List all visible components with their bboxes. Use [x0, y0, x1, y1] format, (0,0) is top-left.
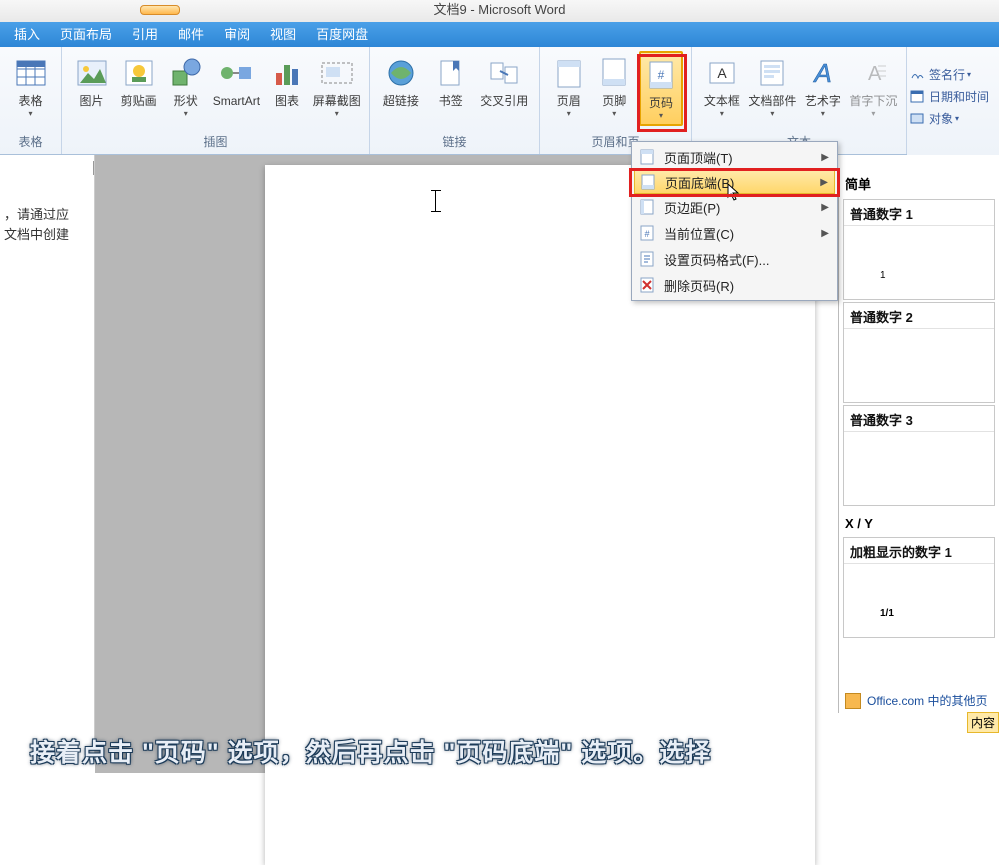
tab-baidu[interactable]: 百度网盘 [306, 22, 378, 47]
header-button[interactable]: 页眉 ▾ [546, 51, 592, 122]
submenu-arrow-icon: ▶ [820, 177, 828, 188]
current-pos-icon: # [638, 224, 656, 242]
bookmark-button[interactable]: 书签 [426, 51, 476, 112]
date-time-button[interactable]: 日期和时间 [907, 85, 999, 107]
svg-text:#: # [644, 229, 649, 239]
submenu-arrow-icon: ▶ [821, 228, 829, 239]
wordart-icon: A [805, 55, 841, 91]
gallery-heading-xy: X / Y [839, 512, 999, 535]
svg-text:#: # [658, 68, 665, 82]
text-side-buttons: 签名行▾ 日期和时间 对象▾ [907, 47, 999, 155]
clipart-button[interactable]: 剪贴画 [115, 51, 162, 112]
navigation-pane: ，请通过应 文档中创建 [0, 155, 95, 755]
gallery-item-plain-2[interactable]: 普通数字 2 [843, 302, 995, 403]
chevron-down-icon: ▾ [821, 109, 825, 118]
shapes-icon [168, 55, 204, 91]
nav-text-2: 文档中创建 [4, 225, 90, 245]
quickparts-button[interactable]: 文档部件 ▾ [746, 51, 799, 122]
tab-mailings[interactable]: 邮件 [168, 22, 214, 47]
gallery-heading-simple: 简单 [839, 170, 999, 197]
hyperlink-button[interactable]: 超链接 [376, 51, 426, 112]
quickparts-icon [754, 55, 790, 91]
chevron-down-icon: ▾ [335, 109, 339, 118]
page-number-gallery: 简单 普通数字 1 1 普通数字 2 普通数字 3 X / Y 加粗显示的数字 … [838, 170, 999, 713]
calendar-icon [909, 88, 925, 104]
header-icon [551, 55, 587, 91]
bookmark-icon [433, 55, 469, 91]
tab-review[interactable]: 审阅 [214, 22, 260, 47]
footer-icon [596, 55, 632, 91]
group-links-label: 链接 [370, 133, 539, 154]
group-illustrations-label: 插图 [62, 133, 369, 154]
page-margin-icon [638, 198, 656, 216]
menu-format-page-number[interactable]: 设置页码格式(F)... [634, 246, 835, 272]
chevron-down-icon: ▾ [659, 111, 663, 120]
chevron-down-icon: ▾ [871, 109, 875, 118]
chevron-down-icon: ▾ [770, 109, 774, 118]
chart-button[interactable]: 图表 [263, 51, 310, 112]
format-icon [638, 250, 656, 268]
wordart-button[interactable]: A 艺术字 ▾ [799, 51, 847, 122]
dropcap-icon: A [855, 55, 891, 91]
signature-icon [909, 66, 925, 82]
textbox-button[interactable]: A 文本框 ▾ [698, 51, 746, 122]
submenu-arrow-icon: ▶ [821, 202, 829, 213]
screenshot-button[interactable]: 屏幕截图 ▾ [311, 51, 363, 122]
chevron-down-icon: ▾ [612, 109, 616, 118]
globe-icon [383, 55, 419, 91]
page-top-icon [638, 148, 656, 166]
page-bottom-icon [639, 173, 657, 191]
menu-page-top[interactable]: 页面顶端(T) ▶ [634, 144, 835, 170]
remove-icon [638, 276, 656, 294]
object-icon [909, 110, 925, 126]
picture-icon [74, 55, 110, 91]
chevron-down-icon: ▾ [567, 109, 571, 118]
tab-insert[interactable]: 插入 [4, 22, 50, 47]
gallery-item-plain-1[interactable]: 普通数字 1 1 [843, 199, 995, 300]
gallery-office-link[interactable]: Office.com 中的其他页 [845, 692, 999, 709]
svg-text:A: A [717, 65, 727, 81]
smartart-button[interactable]: SmartArt [209, 51, 263, 112]
tab-view[interactable]: 视图 [260, 22, 306, 47]
textbox-icon: A [704, 55, 740, 91]
menu-page-bottom[interactable]: 页面底端(B) ▶ [634, 170, 835, 194]
svg-text:A: A [812, 58, 831, 88]
chevron-down-icon: ▾ [28, 109, 32, 118]
nav-text-1: ，请通过应 [4, 205, 90, 225]
menu-page-margin[interactable]: 页边距(P) ▶ [634, 194, 835, 220]
ribbon: 表格 ▾ 表格 图片 剪贴画 形状 ▾ [0, 47, 999, 155]
footer-button[interactable]: 页脚 ▾ [592, 51, 638, 122]
group-tables-label: 表格 [0, 133, 61, 154]
table-icon [13, 55, 49, 91]
chart-icon [269, 55, 305, 91]
chevron-down-icon: ▾ [720, 109, 724, 118]
qat-progress [140, 5, 180, 15]
gallery-item-plain-3[interactable]: 普通数字 3 [843, 405, 995, 506]
tab-layout[interactable]: 页面布局 [50, 22, 122, 47]
tooltip-fragment: 内容 [967, 712, 999, 733]
tables-button[interactable]: 表格 ▾ [6, 51, 55, 122]
screenshot-icon [319, 55, 355, 91]
dropcap-button[interactable]: A 首字下沉 ▾ [847, 51, 900, 122]
menu-remove-page-number[interactable]: 删除页码(R) [634, 272, 835, 298]
tab-references[interactable]: 引用 [122, 22, 168, 47]
gallery-item-bold-1[interactable]: 加粗显示的数字 1 1/1 [843, 537, 995, 638]
page-number-icon: # [643, 57, 679, 93]
text-cursor [435, 190, 445, 212]
page-number-menu: 页面顶端(T) ▶ 页面底端(B) ▶ 页边距(P) ▶ # 当前位置(C) ▶… [631, 141, 838, 301]
shapes-button[interactable]: 形状 ▾ [162, 51, 209, 122]
clipart-icon [121, 55, 157, 91]
smartart-icon [218, 55, 254, 91]
page-number-button[interactable]: # 页码 ▾ [639, 51, 683, 126]
signature-line-button[interactable]: 签名行▾ [907, 63, 999, 85]
ribbon-tabs: 插入 页面布局 引用 邮件 审阅 视图 百度网盘 [0, 22, 999, 47]
object-button[interactable]: 对象▾ [907, 107, 999, 129]
crossref-button[interactable]: 交叉引用 [476, 51, 533, 112]
menu-current-position[interactable]: # 当前位置(C) ▶ [634, 220, 835, 246]
submenu-arrow-icon: ▶ [821, 152, 829, 163]
chevron-down-icon: ▾ [184, 109, 188, 118]
picture-button[interactable]: 图片 [68, 51, 115, 112]
crossref-icon [486, 55, 522, 91]
office-icon [845, 693, 861, 709]
